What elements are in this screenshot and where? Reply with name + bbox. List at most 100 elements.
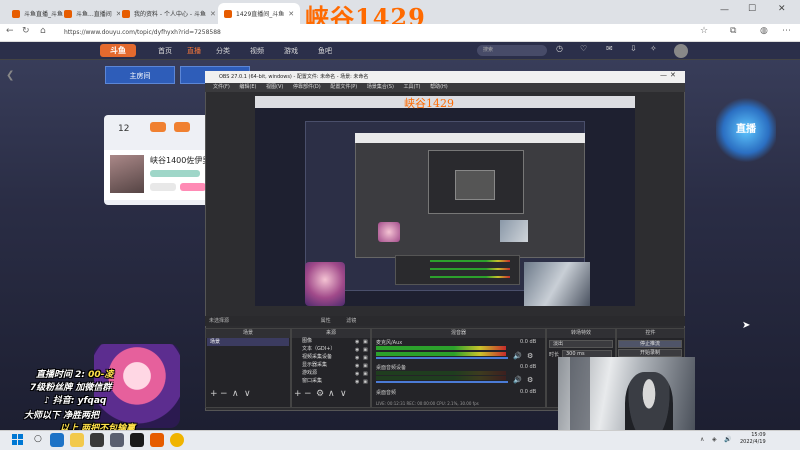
preview-cam-small: [500, 220, 528, 242]
url-field[interactable]: https://www.douyu.com/topic/dyfhyxh?rid=…: [64, 27, 664, 39]
source-item[interactable]: 图像: [292, 338, 364, 345]
nav-live[interactable]: 直播: [187, 46, 201, 56]
chevron-left-icon[interactable]: ❮: [6, 70, 14, 81]
follow-icon[interactable]: ♡: [580, 44, 587, 53]
speaker-icon[interactable]: 🔊: [513, 376, 522, 384]
tab-label: 1429直播间_斗鱼: [236, 11, 285, 18]
scenes-title: 场景: [206, 329, 290, 338]
profile-icon[interactable]: ◍: [760, 26, 768, 36]
taskbar-clock[interactable]: 15:09 2022/4/19: [740, 432, 766, 446]
user-avatar[interactable]: [674, 44, 688, 58]
remove-scene-icon[interactable]: −: [220, 389, 228, 399]
close-tab-icon[interactable]: ✕: [210, 10, 216, 18]
douyu-logo[interactable]: 斗鱼: [100, 44, 136, 57]
preview-meter: [430, 276, 510, 278]
douyu-favicon: [12, 9, 20, 18]
nav-category[interactable]: 分类: [216, 46, 230, 56]
star-icon[interactable]: ☆: [700, 26, 708, 36]
obs-minimize-icon[interactable]: —: [660, 71, 667, 79]
history-icon[interactable]: ◷: [556, 44, 563, 53]
mouse-cursor: ➤: [742, 320, 751, 331]
obs-taskbar-icon[interactable]: [130, 433, 144, 447]
stop-streaming-button[interactable]: 停止推流: [618, 340, 682, 348]
tray-chevron-icon[interactable]: ∧: [700, 436, 704, 443]
search-icon[interactable]: ○: [34, 434, 42, 444]
speaker-icon[interactable]: 🔊: [513, 352, 522, 360]
home-icon[interactable]: ⌂: [40, 26, 46, 36]
source-item[interactable]: 视频采集设备: [292, 354, 364, 361]
menu-view[interactable]: 视图(V): [266, 84, 283, 90]
source-settings-icon[interactable]: ⚙: [316, 389, 324, 399]
menu-help[interactable]: 帮助(H): [430, 84, 448, 90]
move-down-icon[interactable]: ∨: [244, 389, 251, 399]
bulb-icon[interactable]: ✧: [650, 44, 657, 53]
preview-meter: [430, 260, 510, 262]
nav-games[interactable]: 游戏: [284, 46, 298, 56]
nav-video[interactable]: 视频: [250, 46, 264, 56]
menu-scene-collection[interactable]: 场景集合(S): [367, 84, 394, 90]
download-icon[interactable]: ⇩: [630, 44, 637, 53]
lock-icon[interactable]: ▣ ▣ ▣ ▣ ▣ ▣: [363, 338, 368, 386]
chrome-icon[interactable]: [170, 433, 184, 447]
source-item[interactable]: 显示器采集: [292, 362, 364, 369]
source-toolbar: 未选择源 属性 滤镜: [205, 316, 685, 326]
transition-select[interactable]: 淡出: [549, 340, 613, 348]
menu-profile[interactable]: 配置文件(P): [330, 84, 357, 90]
browser-tab[interactable]: 斗鱼...直播间 ✕: [58, 3, 120, 24]
volume-icon[interactable]: 🔊: [724, 436, 731, 443]
volume-slider[interactable]: [376, 357, 508, 359]
menu-docks[interactable]: 停靠部件(D): [293, 84, 321, 90]
tab-label: 斗鱼...直播间: [76, 11, 112, 18]
back-icon[interactable]: ←: [6, 26, 14, 36]
app-icon[interactable]: [90, 433, 104, 447]
mixer-channel-db: 0.0 dB: [520, 339, 537, 345]
main-room-button[interactable]: 主房间: [105, 66, 175, 84]
visibility-icon[interactable]: ◉ ◉ ◉ ◉ ◉ ◉: [355, 338, 359, 386]
mixer-channel-name: 桌面音频设备: [376, 365, 407, 371]
volume-slider[interactable]: [376, 381, 508, 383]
douyu-taskbar-icon[interactable]: [150, 433, 164, 447]
add-scene-icon[interactable]: +: [210, 389, 218, 399]
move-down-icon[interactable]: ∨: [340, 389, 347, 399]
maximize-icon[interactable]: ☐: [748, 4, 756, 14]
app-icon[interactable]: [110, 433, 124, 447]
obs-close-icon[interactable]: ✕: [670, 71, 676, 79]
gear-icon[interactable]: ⚙: [527, 376, 533, 384]
explorer-icon[interactable]: [70, 433, 84, 447]
move-up-icon[interactable]: ∧: [328, 389, 335, 399]
filters-button[interactable]: 滤镜: [346, 318, 356, 324]
edge-icon[interactable]: [50, 433, 64, 447]
message-icon[interactable]: ✉: [606, 44, 613, 53]
nav-home[interactable]: 首页: [158, 46, 172, 56]
audio-meter: [376, 376, 506, 380]
overlay-douyin: ♪ 抖音: yfqaq: [44, 396, 107, 406]
properties-button[interactable]: 属性: [321, 318, 331, 324]
menu-file[interactable]: 文件(F): [213, 84, 230, 90]
browser-tab[interactable]: 我的资料 - 个人中心 - 斗鱼 ✕: [116, 3, 216, 24]
refresh-icon[interactable]: ↻: [22, 26, 30, 36]
menu-edit[interactable]: 编辑(E): [239, 84, 256, 90]
tag-badge: [150, 170, 200, 177]
network-icon[interactable]: ◈: [712, 436, 717, 443]
extensions-icon[interactable]: ⧉: [730, 26, 736, 36]
minimize-icon[interactable]: —: [720, 5, 729, 15]
close-tab-icon[interactable]: ✕: [288, 10, 294, 18]
menu-tools[interactable]: 工具(T): [404, 84, 421, 90]
nav-yuba[interactable]: 鱼吧: [318, 46, 332, 56]
windows-start-icon[interactable]: [12, 434, 24, 446]
browser-tab-active[interactable]: 1429直播间_斗鱼 ✕: [218, 3, 300, 24]
start-recording-button[interactable]: 开始录制: [618, 349, 682, 357]
source-item[interactable]: 窗口采集: [292, 378, 364, 385]
add-source-icon[interactable]: +: [294, 389, 302, 399]
transitions-title: 转场特效: [547, 329, 615, 338]
move-up-icon[interactable]: ∧: [232, 389, 239, 399]
site-search-input[interactable]: 搜索: [477, 45, 547, 56]
streamer-avatar[interactable]: [110, 155, 144, 193]
remove-source-icon[interactable]: −: [304, 389, 312, 399]
close-window-icon[interactable]: ✕: [778, 4, 786, 14]
source-item[interactable]: 文本（GDI+）: [292, 346, 364, 353]
gear-icon[interactable]: ⚙: [527, 352, 533, 360]
source-item[interactable]: 游戏源: [292, 370, 364, 377]
menu-icon[interactable]: ⋯: [782, 26, 791, 36]
scene-item[interactable]: 场景: [207, 338, 289, 346]
